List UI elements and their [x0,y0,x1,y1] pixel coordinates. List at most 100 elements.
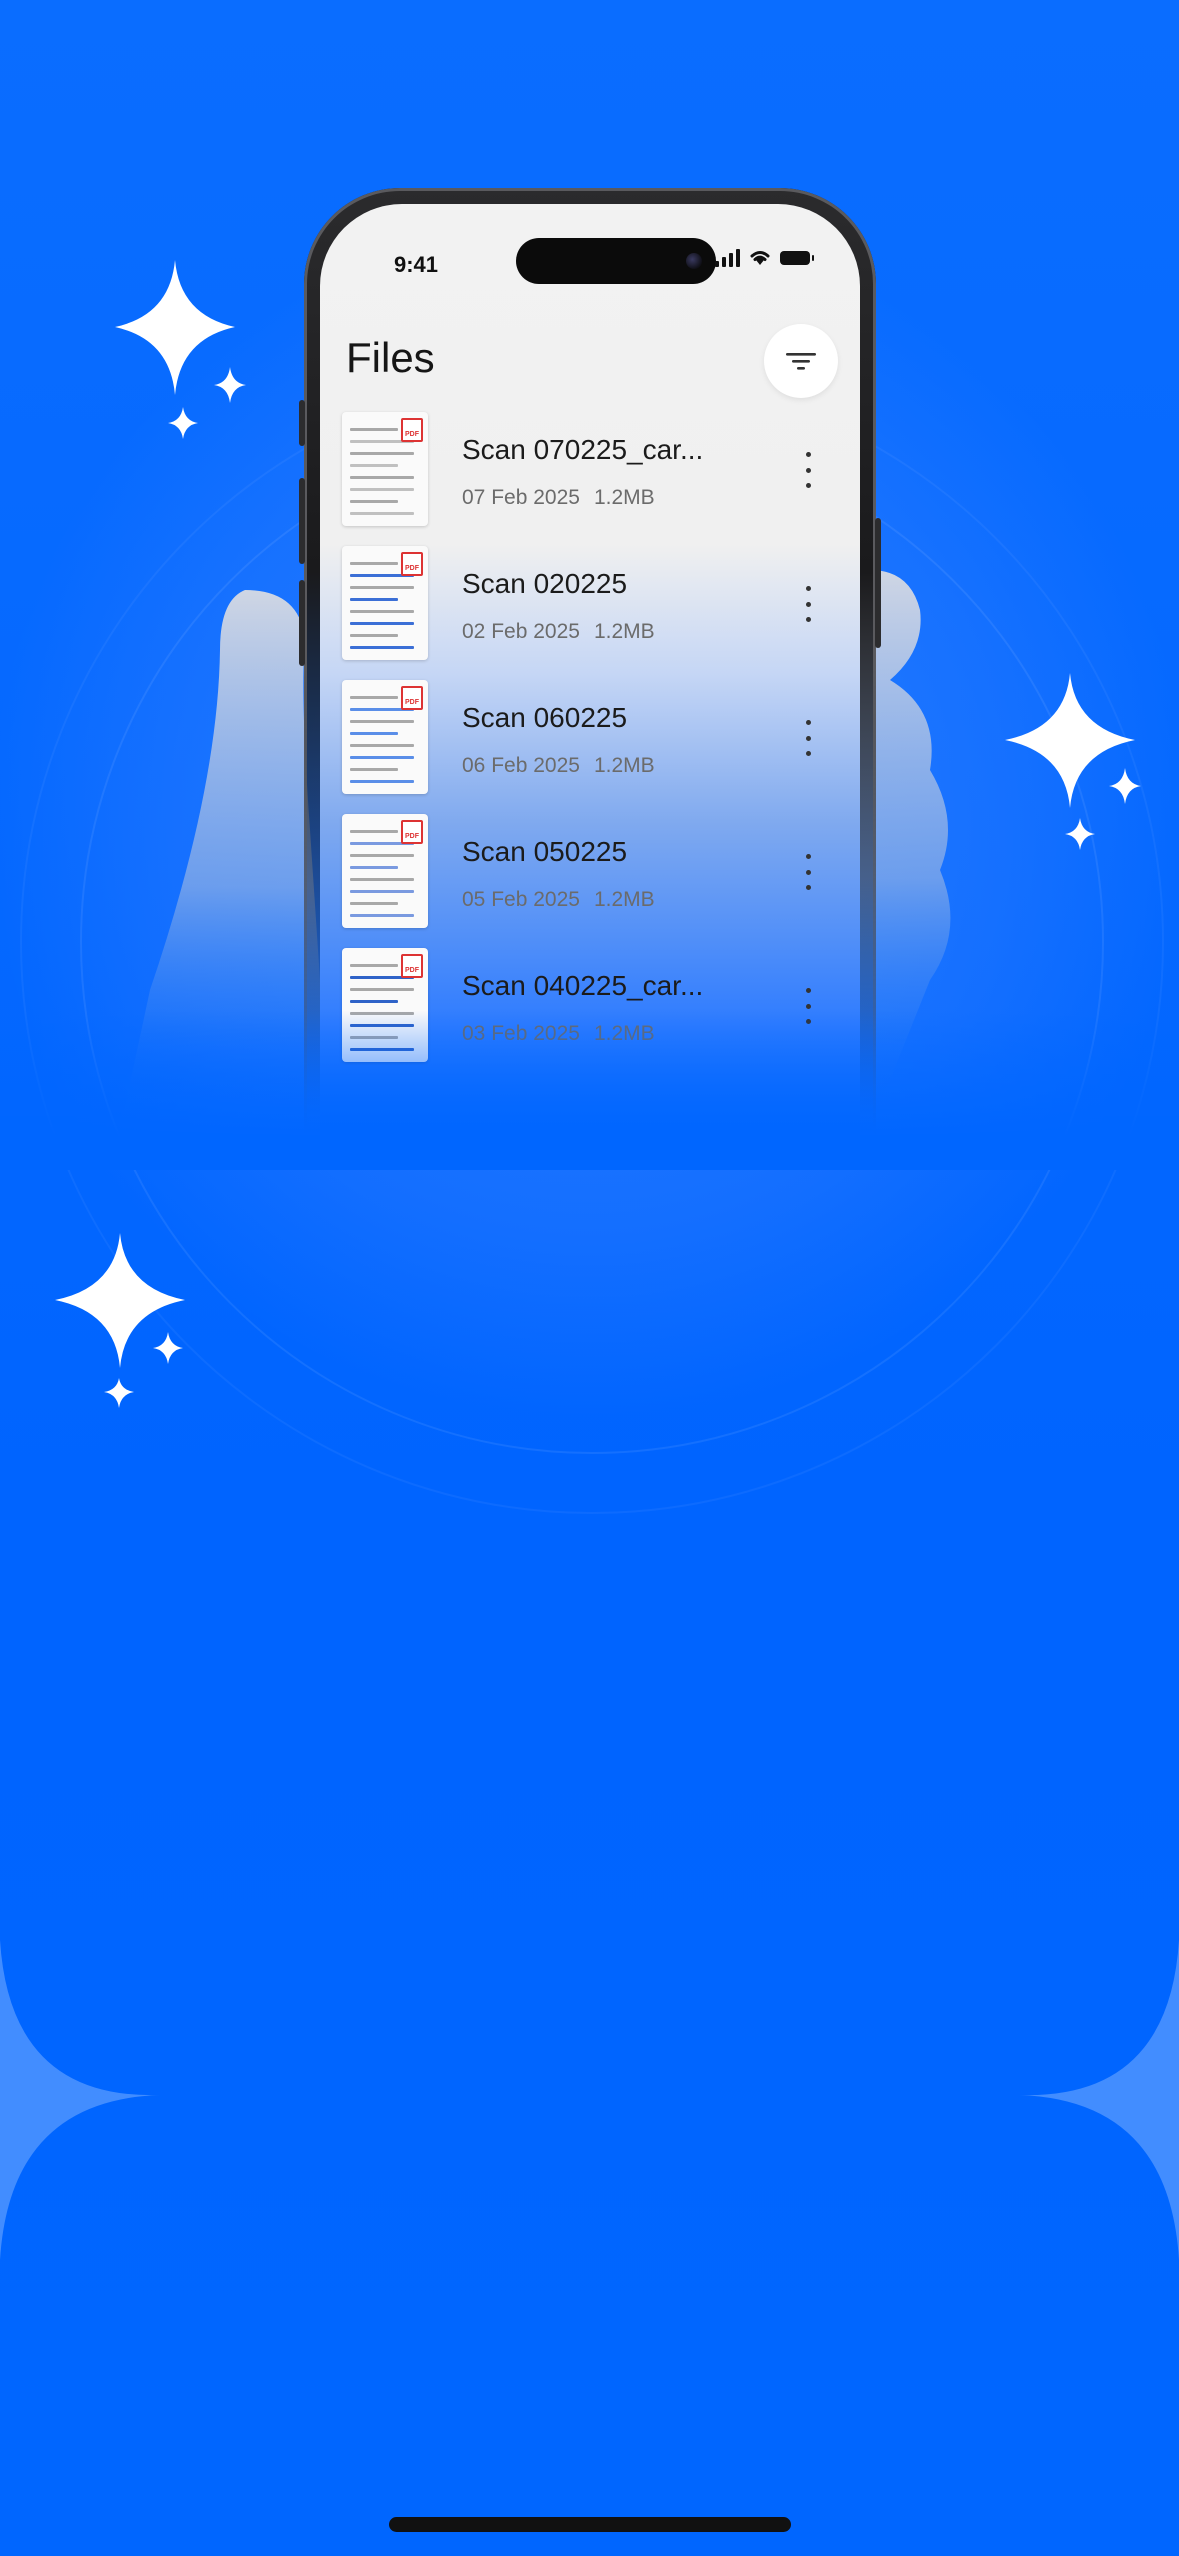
thumbnail-text-line [350,878,414,881]
thumbnail-text-line [350,780,414,783]
more-dot-icon [805,467,811,473]
phone-side-button [299,400,305,446]
file-list-item[interactable]: PDF Scan 070225_car... 07 Feb 2025 1.2MB [320,404,860,538]
thumbnail-text-line [350,586,414,589]
thumbnail-text-line [350,598,398,601]
thumbnail-text-line [350,1024,414,1027]
thumbnail-text-line [350,696,398,699]
pdf-badge-icon: PDF [401,686,423,710]
thumbnail-text-line [350,1048,414,1051]
file-size: 1.2MB [593,1022,655,1045]
file-thumbnail: PDF [342,948,428,1062]
file-thumbnail: PDF [342,546,428,660]
pdf-badge-icon: PDF [401,820,423,844]
file-thumbnail: PDF [342,412,428,526]
status-time: 9:41 [394,252,439,277]
sparkle-icon [1005,673,1141,850]
more-dot-icon [805,483,811,488]
more-dot-icon [805,720,811,725]
file-date: 02 Feb 2025 [462,620,580,643]
more-options-button[interactable] [796,716,820,760]
file-size: 1.2MB [593,486,655,509]
more-dot-icon [805,869,811,875]
more-dot-icon [805,885,811,890]
phone-power-button [875,518,881,648]
thumbnail-text-line [350,914,414,917]
file-thumbnail: PDF [342,680,428,794]
file-list-item[interactable]: PDF Scan 040225_car... 03 Feb 2025 1.2MB [320,940,860,1074]
phone-side-button [299,478,305,564]
thumbnail-text-line [350,500,398,503]
battery-icon [780,251,814,265]
more-dot-icon [805,988,811,993]
thumbnail-text-line [350,488,414,491]
phone-screen: 9:41 Files PDF Scan 070225_car... 07 Feb 2… [320,204,860,1148]
page-title: Files [346,334,435,381]
file-list-item[interactable]: PDF Scan 060225 06 Feb 2025 1.2MB [320,672,860,806]
thumbnail-text-line [350,830,398,833]
wifi-icon [750,251,770,265]
more-options-button[interactable] [796,448,820,492]
pdf-badge-label: PDF [405,967,419,974]
file-size: 1.2MB [593,620,655,643]
pdf-badge-label: PDF [405,565,419,572]
thumbnail-text-line [350,1036,398,1039]
thumbnail-text-line [350,902,398,905]
thumbnail-text-line [350,890,414,893]
file-name: Scan 040225_car... [462,970,704,1001]
thumbnail-text-line [350,964,398,967]
more-dot-icon [805,854,811,859]
file-list-item[interactable]: PDF Scan 020225 02 Feb 2025 1.2MB [320,538,860,672]
file-name: Scan 050225 [462,836,628,867]
file-name: Scan 020225 [462,568,628,599]
dynamic-island [516,238,716,284]
pdf-badge-label: PDF [405,833,419,840]
pdf-badge-icon: PDF [401,552,423,576]
more-options-button[interactable] [796,984,820,1028]
file-meta: 05 Feb 2025 1.2MB [462,888,655,912]
more-dot-icon [805,735,811,741]
thumbnail-text-line [350,464,398,467]
camera-icon [686,253,702,269]
file-size: 1.2MB [593,888,655,911]
more-options-button[interactable] [796,582,820,626]
thumbnail-text-line [350,452,414,455]
file-list: PDF Scan 070225_car... 07 Feb 2025 1.2MB PDF… [320,404,860,1074]
thumbnail-text-line [350,610,414,613]
more-dot-icon [805,1003,811,1009]
file-list-item[interactable]: PDF Scan 050225 05 Feb 2025 1.2MB [320,806,860,940]
thumbnail-text-line [350,720,414,723]
sparkle-icon [115,260,246,439]
thumbnail-text-line [350,1012,414,1015]
thumbnail-text-line [350,622,414,625]
sparkle-icon [55,1233,185,1408]
more-dot-icon [805,1019,811,1024]
thumbnail-text-line [350,634,398,637]
file-thumbnail: PDF [342,814,428,928]
home-indicator[interactable] [389,2517,791,2532]
more-dot-icon [805,751,811,756]
filter-button[interactable] [764,324,838,398]
filter-icon [786,353,816,370]
thumbnail-text-line [350,476,414,479]
thumbnail-text-line [350,866,398,869]
thumbnail-text-line [350,646,414,649]
thumbnail-text-line [350,732,398,735]
more-dot-icon [805,601,811,607]
thumbnail-text-line [350,744,414,747]
pdf-badge-label: PDF [405,699,419,706]
more-dot-icon [805,617,811,622]
thumbnail-text-line [350,562,398,565]
file-date: 07 Feb 2025 [462,486,580,509]
file-meta: 03 Feb 2025 1.2MB [462,1022,655,1046]
side-star-right-icon [1019,1940,1179,2260]
thumbnail-text-line [350,768,398,771]
phone-mockup: 9:41 Files PDF Scan 070225_car... 07 Feb 2… [299,188,881,1148]
thumbnail-text-line [350,1000,398,1003]
more-options-button[interactable] [796,850,820,894]
file-meta: 02 Feb 2025 1.2MB [462,620,655,644]
more-dot-icon [805,586,811,591]
pdf-badge-label: PDF [405,431,419,438]
more-dot-icon [805,452,811,457]
pdf-badge-icon: PDF [401,954,423,978]
